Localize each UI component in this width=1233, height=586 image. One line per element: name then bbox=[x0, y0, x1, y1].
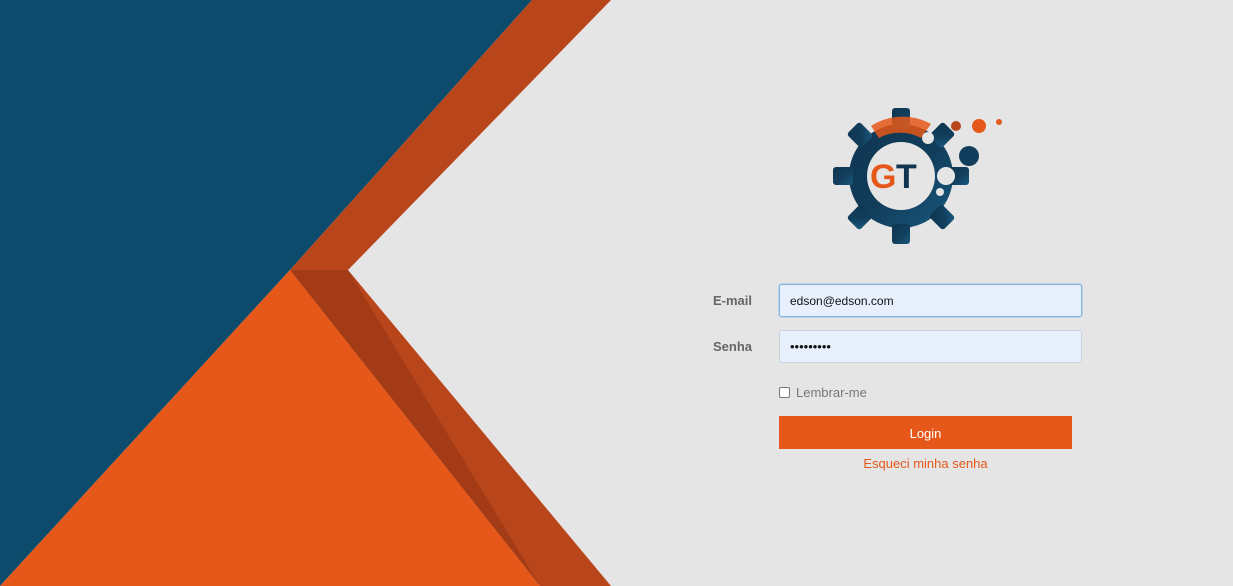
email-input[interactable] bbox=[779, 284, 1082, 317]
password-input[interactable] bbox=[779, 330, 1082, 363]
gear-logo-icon: G T bbox=[833, 108, 1002, 244]
login-page: G T E-mail Senha Lembrar-me Login Esquec… bbox=[0, 0, 1233, 586]
password-label: Senha bbox=[712, 339, 752, 354]
email-row: E-mail bbox=[690, 284, 1082, 317]
remember-checkbox[interactable] bbox=[779, 386, 790, 398]
password-row: Senha bbox=[690, 330, 1082, 363]
svg-text:T: T bbox=[896, 158, 917, 196]
svg-text:G: G bbox=[870, 158, 896, 196]
forgot-password-link[interactable]: Esqueci minha senha bbox=[779, 456, 1072, 471]
remember-label[interactable]: Lembrar-me bbox=[796, 385, 867, 400]
remember-me: Lembrar-me bbox=[779, 384, 867, 400]
login-button[interactable]: Login bbox=[779, 416, 1072, 449]
email-label: E-mail bbox=[712, 293, 752, 308]
